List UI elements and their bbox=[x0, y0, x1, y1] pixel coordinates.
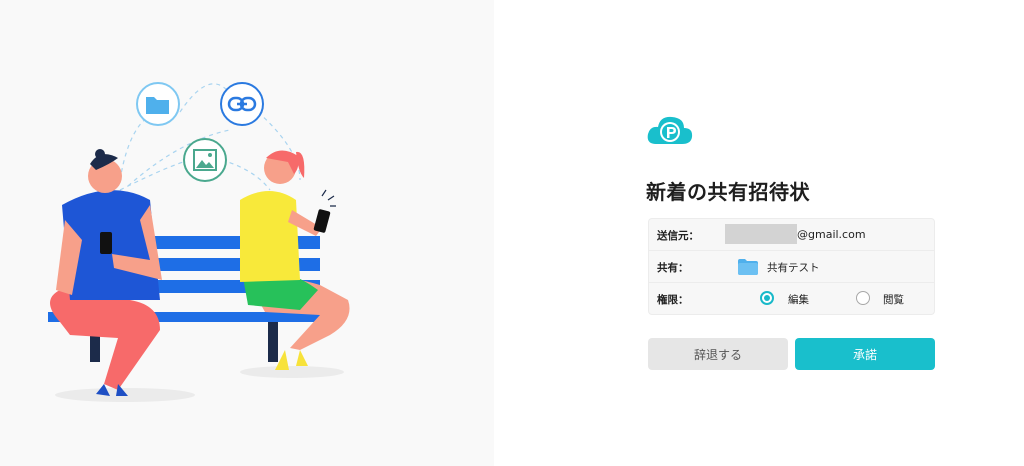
permission-row: 権限： 編集 閲覧 bbox=[649, 283, 934, 315]
sender-label: 送信元： bbox=[657, 230, 699, 242]
decline-button[interactable]: 辞退する bbox=[648, 338, 788, 370]
man-figure bbox=[50, 149, 162, 396]
link-bubble-icon bbox=[220, 82, 264, 126]
page-title: 新着の共有招待状 bbox=[646, 180, 810, 204]
permission-edit-label[interactable]: 編集 bbox=[788, 292, 809, 307]
woman-figure bbox=[240, 150, 350, 370]
pcloud-logo-icon bbox=[647, 116, 693, 144]
share-label: 共有： bbox=[657, 262, 689, 274]
permission-edit-radio[interactable] bbox=[760, 291, 774, 305]
accept-button[interactable]: 承諾 bbox=[795, 338, 935, 370]
shared-folder-name: 共有テスト bbox=[767, 262, 820, 274]
invitation-panel: 新着の共有招待状 送信元： @gmail.com 共有： 共有テスト 権限： 編… bbox=[494, 0, 1024, 466]
sender-email: @gmail.com bbox=[797, 228, 866, 241]
image-bubble-icon bbox=[183, 138, 227, 182]
permission-label: 権限： bbox=[657, 294, 689, 306]
permission-view-radio[interactable] bbox=[856, 291, 870, 305]
illustration-panel bbox=[0, 0, 494, 466]
folder-bubble-icon bbox=[136, 82, 180, 126]
share-row: 共有： 共有テスト bbox=[649, 251, 934, 283]
sender-row: 送信元： @gmail.com bbox=[649, 219, 934, 251]
folder-icon bbox=[738, 259, 758, 275]
sharing-illustration bbox=[48, 82, 350, 402]
redacted-sender-name bbox=[725, 224, 797, 244]
invitation-details: 送信元： @gmail.com 共有： 共有テスト 権限： 編集 閲覧 bbox=[648, 218, 935, 315]
permission-view-label[interactable]: 閲覧 bbox=[883, 292, 904, 307]
